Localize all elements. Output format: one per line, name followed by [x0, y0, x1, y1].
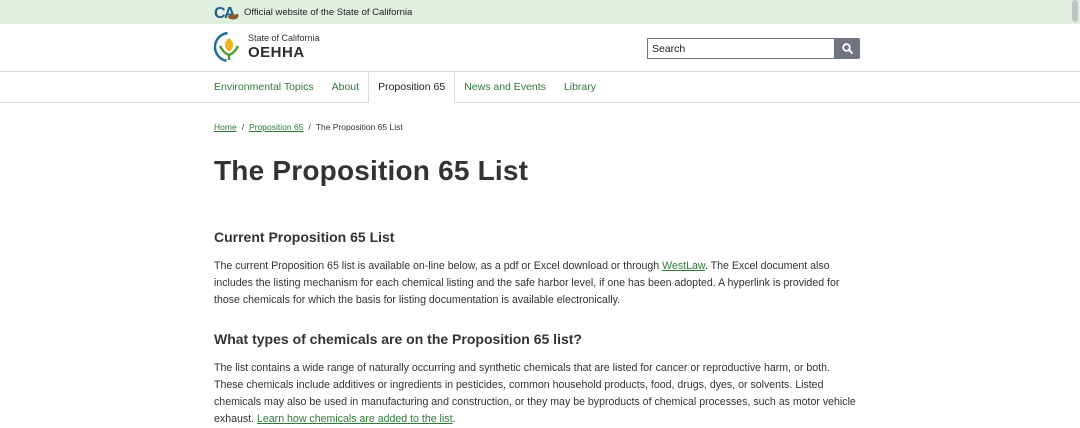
section-heading-chemical-types: What types of chemicals are on the Propo… [214, 331, 582, 347]
nav-item-news-and-events[interactable]: News and Events [455, 72, 555, 102]
search-input[interactable] [647, 38, 834, 59]
breadcrumb-separator: / [308, 122, 311, 132]
nav-item-about[interactable]: About [323, 72, 368, 102]
main-nav: Environmental Topics About Proposition 6… [0, 72, 1080, 103]
nav-item-environmental-topics[interactable]: Environmental Topics [205, 72, 323, 102]
nav-item-proposition-65[interactable]: Proposition 65 [368, 72, 456, 103]
section-heading-current-list: Current Proposition 65 List [214, 229, 395, 245]
breadcrumb-separator: / [241, 122, 245, 132]
westlaw-link[interactable]: WestLaw [662, 260, 705, 272]
section-paragraph-chemical-types: The list contains a wide range of natura… [214, 360, 859, 428]
search-icon [841, 43, 853, 54]
breadcrumb-prop65-link[interactable]: Proposition 65 [249, 122, 303, 132]
site-header: State of California OEHHA [0, 24, 1080, 72]
section-paragraph-current-list: The current Proposition 65 list is avail… [214, 258, 859, 309]
brand-name: OEHHA [248, 44, 305, 61]
breadcrumb-current: The Proposition 65 List [315, 122, 403, 132]
learn-how-chemicals-added-link[interactable]: Learn how chemicals are added to the lis… [257, 413, 453, 425]
page-title: The Proposition 65 List [214, 155, 529, 186]
state-banner-text: Official website of the State of Califor… [244, 6, 413, 18]
nav-item-library[interactable]: Library [555, 72, 605, 102]
search-form [647, 38, 860, 59]
paragraph-text: The current Proposition 65 list is avail… [214, 260, 663, 272]
page-scrollbar[interactable] [1072, 0, 1078, 22]
oehha-brand-link[interactable]: State of California OEHHA [214, 32, 320, 62]
ca-gov-logo-icon[interactable]: C A [214, 3, 240, 21]
brand-state-label: State of California [248, 33, 320, 43]
breadcrumb: Home / Proposition 65 / The Proposition … [214, 122, 403, 132]
breadcrumb-home-link[interactable]: Home [214, 122, 237, 132]
oehha-logo-icon [214, 32, 244, 62]
paragraph-text: . [452, 413, 456, 425]
state-banner: C A Official website of the State of Cal… [0, 0, 1080, 24]
search-button[interactable] [834, 38, 860, 59]
